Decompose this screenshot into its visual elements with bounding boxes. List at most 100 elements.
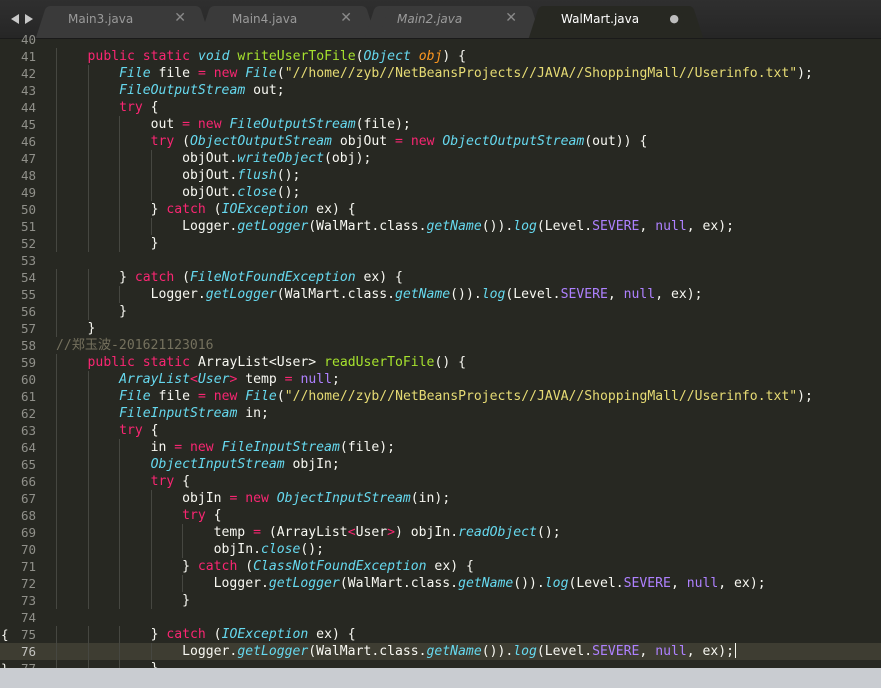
code-token: new [213,389,238,404]
code-line[interactable]: 54 } catch (FileNotFoundException ex) { [0,269,881,286]
code-line[interactable]: 41 public static void writeUserToFile(Ob… [0,48,881,65]
unsaved-dot-icon[interactable]: ● [669,6,679,32]
code-text: FileOutputStream out; [56,82,285,99]
code-line[interactable]: 43 FileOutputStream out; [0,82,881,99]
code-text: } [56,660,159,668]
code-token: } [56,627,167,642]
code-token: "//home//zyb//NetBeansProjects//JAVA//Sh… [284,389,798,404]
code-line[interactable]: 65 ObjectInputStream objIn; [0,456,881,473]
code-line[interactable]: 75{ } catch (IOException ex) { [0,626,881,643]
code-token: FileInputStream [221,440,340,455]
code-text: Logger.getLogger(WalMart.class.getName()… [56,218,734,235]
code-line[interactable]: 50 } catch (IOException ex) { [0,201,881,218]
code-token: Logger. [56,219,238,234]
code-line[interactable]: 56 } [0,303,881,320]
code-line[interactable]: 70 objIn.close(); [0,541,881,558]
code-token: , [607,287,624,302]
code-token: (WalMart.class. [276,287,395,302]
code-token: SEVERE [623,576,671,591]
line-number: 47 [20,151,36,166]
code-line[interactable]: 77} } [0,660,881,668]
code-line[interactable]: 69 temp = (ArrayList<User>) objIn.readOb… [0,524,881,541]
code-line[interactable]: 48 objOut.flush(); [0,167,881,184]
fold-marker-icon[interactable]: { [1,626,9,643]
tab-label: WalMart.java [561,12,640,26]
code-line[interactable]: 67 objIn = new ObjectInputStream(in); [0,490,881,507]
code-token: catch [134,270,175,285]
code-line[interactable]: 68 try { [0,507,881,524]
code-line[interactable]: 66 try { [0,473,881,490]
code-token: (); [276,185,301,200]
code-line[interactable]: 60 ArrayList<User> temp = null; [0,371,881,388]
code-line[interactable]: 44 try { [0,99,881,116]
code-line[interactable]: 45 out = new FileOutputStream(file); [0,116,881,133]
code-token: objOut. [56,185,238,200]
code-token: ( [276,389,285,404]
code-line[interactable]: 61 File file = new File("//home//zyb//Ne… [0,388,881,405]
code-line[interactable]: 58 //郑玉波-201621123016 [0,337,881,354]
code-line[interactable]: 59 public static ArrayList<User> readUse… [0,354,881,371]
code-line[interactable]: 52 } [0,235,881,252]
code-token: ex) { [308,202,356,217]
code-token: ) objIn. [395,525,459,540]
code-token: getName [394,287,451,302]
line-number: 48 [20,168,36,183]
code-line[interactable]: 46 try (ObjectOutputStream objOut = new … [0,133,881,150]
code-token: ClassNotFoundException [253,559,427,574]
code-token: , ex); [655,287,703,302]
code-text: Logger.getLogger(WalMart.class.getName()… [56,643,737,660]
code-token: new [213,66,238,81]
code-token: ; [332,372,340,387]
line-number: 45 [20,117,36,132]
code-token: null [623,287,656,302]
code-line[interactable]: 72 Logger.getLogger(WalMart.class.getNam… [0,575,881,592]
code-token: public [87,49,135,64]
line-number: 44 [20,100,36,115]
code-line[interactable]: 55 Logger.getLogger(WalMart.class.getNam… [0,286,881,303]
code-text: objOut.writeObject(obj); [56,150,371,167]
code-text: objOut.close(); [56,184,300,201]
code-line[interactable]: 49 objOut.close(); [0,184,881,201]
code-editor[interactable]: 40 41 public static void writeUserToFile(… [0,31,881,668]
fold-marker-icon[interactable]: } [1,660,9,668]
code-line[interactable]: 47 objOut.writeObject(obj); [0,150,881,167]
code-line[interactable]: 76 Logger.getLogger(WalMart.class.getNam… [0,643,881,660]
code-line[interactable]: 63 try { [0,422,881,439]
code-token: } [56,321,96,336]
code-text: } catch (IOException ex) { [56,626,356,643]
code-token: static [142,355,191,370]
close-icon[interactable]: ✕ [340,6,352,30]
arrow-left-icon[interactable] [11,14,19,24]
close-icon[interactable]: ✕ [174,6,186,30]
code-token: , ex); [718,576,766,591]
line-number: 56 [20,304,36,319]
code-line[interactable]: 73 } [0,592,881,609]
code-line[interactable]: 64 in = new FileInputStream(file); [0,439,881,456]
code-token: User [197,372,230,387]
code-line[interactable]: 57 } [0,320,881,337]
code-token: FileOutputStream [229,117,356,132]
code-token: } [56,304,127,319]
code-token: objIn; [284,457,340,472]
code-token: (in); [410,491,451,506]
close-icon[interactable]: ✕ [505,6,517,30]
code-token: new [245,491,269,506]
code-line[interactable]: 51 Logger.getLogger(WalMart.class.getNam… [0,218,881,235]
code-text: Logger.getLogger(WalMart.class.getName()… [56,575,766,592]
code-line[interactable]: 62 FileInputStream in; [0,405,881,422]
code-line[interactable]: 53 [0,252,881,269]
code-line[interactable]: 42 File file = new File("//home//zyb//Ne… [0,65,881,82]
arrow-right-icon[interactable] [25,14,33,24]
code-token: SEVERE [592,644,640,659]
code-line[interactable]: 40 [0,31,881,48]
code-line[interactable]: 74 [0,609,881,626]
code-token: (obj); [324,151,372,166]
line-number: 43 [20,83,36,98]
code-line[interactable]: 71 } catch (ClassNotFoundException ex) { [0,558,881,575]
code-token: (file); [339,440,396,455]
